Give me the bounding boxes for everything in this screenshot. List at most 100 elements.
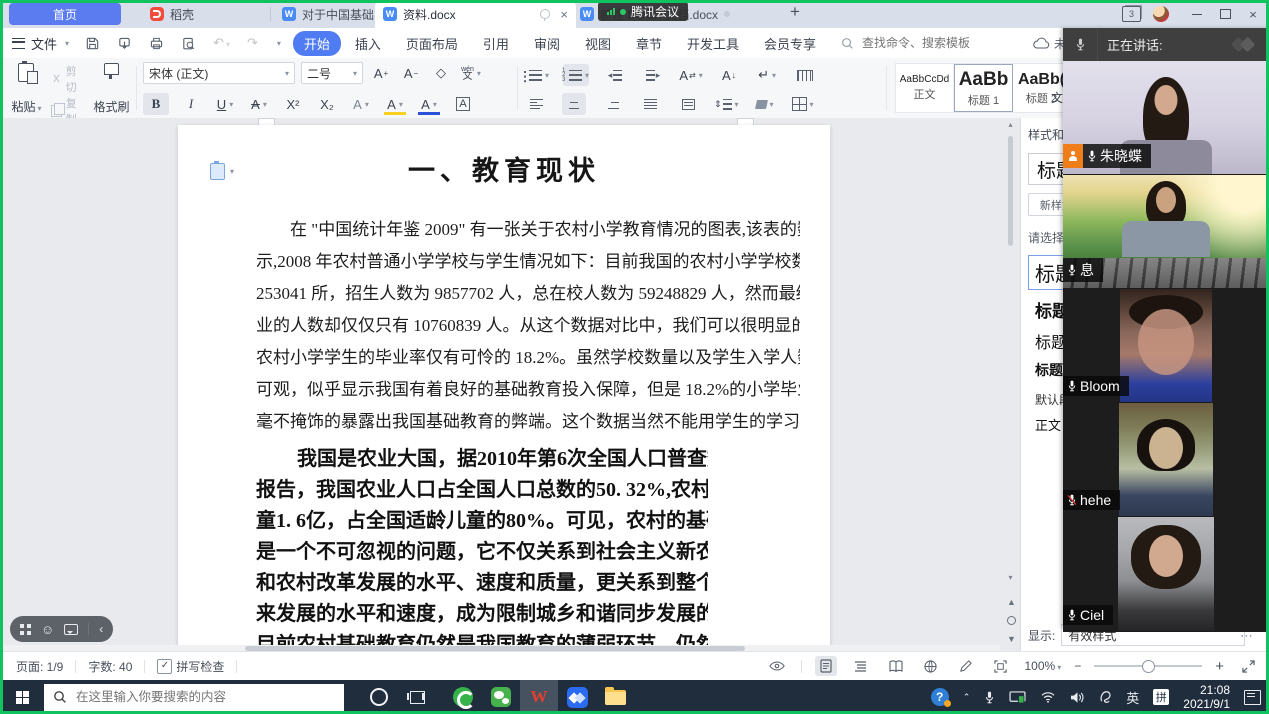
- speaker-icon[interactable]: [1070, 691, 1085, 704]
- new-tab-button[interactable]: +: [790, 2, 800, 22]
- increase-indent-button[interactable]: ▸: [641, 64, 665, 86]
- tab-ruler-button[interactable]: [793, 64, 817, 86]
- style-normal[interactable]: AaBbCcDd 正文: [896, 64, 954, 112]
- video-tile[interactable]: 朱晓蝶: [1063, 61, 1269, 175]
- tab-ziliao-docx[interactable]: W 资料.docx ×: [375, 0, 576, 28]
- export-pdf-icon[interactable]: [117, 36, 132, 51]
- ink-edit-icon[interactable]: [955, 656, 977, 676]
- wechat-button[interactable]: [482, 680, 520, 714]
- align-right-button[interactable]: [600, 93, 624, 115]
- video-tile[interactable]: hehe: [1063, 403, 1269, 517]
- video-tile[interactable]: Ciel: [1063, 517, 1269, 632]
- ribbon-tab-insert[interactable]: 插入: [344, 31, 392, 56]
- video-tile[interactable]: Bloom: [1063, 289, 1269, 403]
- save-icon[interactable]: [85, 36, 100, 51]
- font-color-button[interactable]: A▾: [417, 93, 441, 115]
- zoom-slider[interactable]: [1094, 665, 1202, 667]
- restore-button[interactable]: [1211, 1, 1239, 27]
- line-spacing-button[interactable]: ⇕▾: [714, 93, 739, 115]
- taskbar-search[interactable]: [44, 684, 344, 711]
- page-indicator[interactable]: 页面: 1/9: [16, 658, 63, 675]
- ribbon-tab-membership[interactable]: 会员专享: [753, 31, 827, 56]
- page-view-icon[interactable]: [815, 656, 837, 676]
- print-preview-icon[interactable]: [181, 36, 196, 51]
- collapse-pill-icon[interactable]: ‹: [99, 622, 103, 636]
- start-button[interactable]: [0, 680, 44, 714]
- bold-button[interactable]: B: [143, 93, 169, 115]
- tab-list-badge[interactable]: 3: [1122, 6, 1141, 22]
- increase-font-button[interactable]: A+: [369, 62, 393, 84]
- highlight-color-button[interactable]: A▾: [383, 93, 407, 115]
- scrollbar-thumb[interactable]: [1008, 136, 1013, 246]
- file-menu-button[interactable]: 文件 ▾: [12, 34, 69, 53]
- ribbon-tab-view[interactable]: 视图: [574, 31, 622, 56]
- spellcheck-checkbox[interactable]: ✓: [157, 659, 172, 674]
- shading-button[interactable]: ▾: [753, 93, 777, 115]
- mic-tray-icon[interactable]: [984, 690, 995, 705]
- borders-button[interactable]: ▾: [791, 93, 815, 115]
- ribbon-tab-review[interactable]: 审阅: [523, 31, 571, 56]
- ime-indicator[interactable]: 拼: [1153, 689, 1169, 705]
- next-page-icon[interactable]: ▼: [1007, 634, 1016, 644]
- ribbon-tab-references[interactable]: 引用: [472, 31, 520, 56]
- bullet-list-button[interactable]: ▾: [524, 64, 549, 86]
- undo-icon[interactable]: ↶▾: [213, 35, 230, 51]
- notification-center-icon[interactable]: [1244, 690, 1261, 705]
- font-size-select[interactable]: 二号▾: [301, 62, 363, 84]
- windows-ink-icon[interactable]: [1099, 690, 1112, 704]
- character-border-button[interactable]: A: [451, 93, 475, 115]
- layout-grid-icon[interactable]: [20, 624, 31, 635]
- zoom-value[interactable]: 100%▾: [1025, 659, 1062, 673]
- emoji-icon[interactable]: ☺: [41, 622, 54, 637]
- text-effects-button[interactable]: A▾: [349, 93, 373, 115]
- browser-360-button[interactable]: [444, 680, 482, 714]
- subscript-button[interactable]: X₂: [315, 93, 339, 115]
- wifi-icon[interactable]: [1040, 691, 1056, 703]
- video-tile[interactable]: 息: [1063, 175, 1269, 289]
- cortana-button[interactable]: [360, 680, 398, 714]
- ribbon-tab-section[interactable]: 章节: [625, 31, 673, 56]
- tencent-meeting-button[interactable]: [558, 680, 596, 714]
- vertical-scrollbar[interactable]: ▴ ▾: [1005, 120, 1016, 582]
- minimize-button[interactable]: [1183, 1, 1211, 27]
- word-count[interactable]: 字数: 40: [88, 658, 132, 675]
- text-tool-label[interactable]: 文字工具: [1051, 89, 1063, 106]
- document-page[interactable]: ▾ 一、教育现状 在 "中国统计年鉴 2009" 有一张关于农村小学教育情况的图…: [178, 125, 830, 652]
- cut-button[interactable]: 剪切: [51, 63, 87, 95]
- close-tab-icon[interactable]: ×: [560, 7, 568, 22]
- format-painter-button[interactable]: 格式刷: [91, 63, 132, 115]
- hidden-icons-chevron[interactable]: ⌃: [963, 692, 971, 703]
- command-search-input[interactable]: [860, 35, 1014, 51]
- ribbon-tab-devtools[interactable]: 开发工具: [676, 31, 750, 56]
- language-indicator[interactable]: 英: [1126, 688, 1139, 707]
- select-browse-object-icon[interactable]: [1007, 616, 1016, 625]
- help-tray-icon[interactable]: ?: [931, 688, 949, 706]
- outline-view-icon[interactable]: [850, 656, 872, 676]
- eye-protection-icon[interactable]: [766, 656, 788, 676]
- font-name-select[interactable]: 宋体 (正文)▾: [143, 62, 295, 84]
- close-button[interactable]: ×: [1239, 1, 1267, 27]
- wps-button[interactable]: W: [520, 680, 558, 714]
- zoom-out-button[interactable]: −: [1074, 659, 1081, 673]
- ribbon-tab-page-layout[interactable]: 页面布局: [395, 31, 469, 56]
- italic-button[interactable]: I: [179, 93, 203, 115]
- paste-options-floating[interactable]: ▾: [210, 163, 234, 180]
- justify-button[interactable]: [638, 93, 662, 115]
- redo-icon[interactable]: ↷: [247, 35, 258, 51]
- align-center-button[interactable]: [562, 93, 586, 115]
- web-view-icon[interactable]: [920, 656, 942, 676]
- sort-button[interactable]: A↓: [717, 64, 741, 86]
- style-heading1[interactable]: AaBb 标题 1: [954, 64, 1013, 112]
- task-view-button[interactable]: [398, 680, 436, 714]
- taskbar-search-input[interactable]: [74, 689, 318, 705]
- print-icon[interactable]: [149, 36, 164, 51]
- distribute-button[interactable]: [676, 93, 700, 115]
- align-left-button[interactable]: [524, 93, 548, 115]
- customize-qat-icon[interactable]: ▾: [277, 39, 281, 48]
- tencent-meeting-overlay[interactable]: 腾讯会议: [598, 2, 688, 21]
- change-case-button[interactable]: A⇄▾: [679, 64, 703, 86]
- fullscreen-icon[interactable]: [1237, 656, 1259, 676]
- superscript-button[interactable]: X²: [281, 93, 305, 115]
- clear-format-button[interactable]: ◇: [429, 62, 453, 84]
- previous-page-icon[interactable]: ▲: [1007, 597, 1016, 607]
